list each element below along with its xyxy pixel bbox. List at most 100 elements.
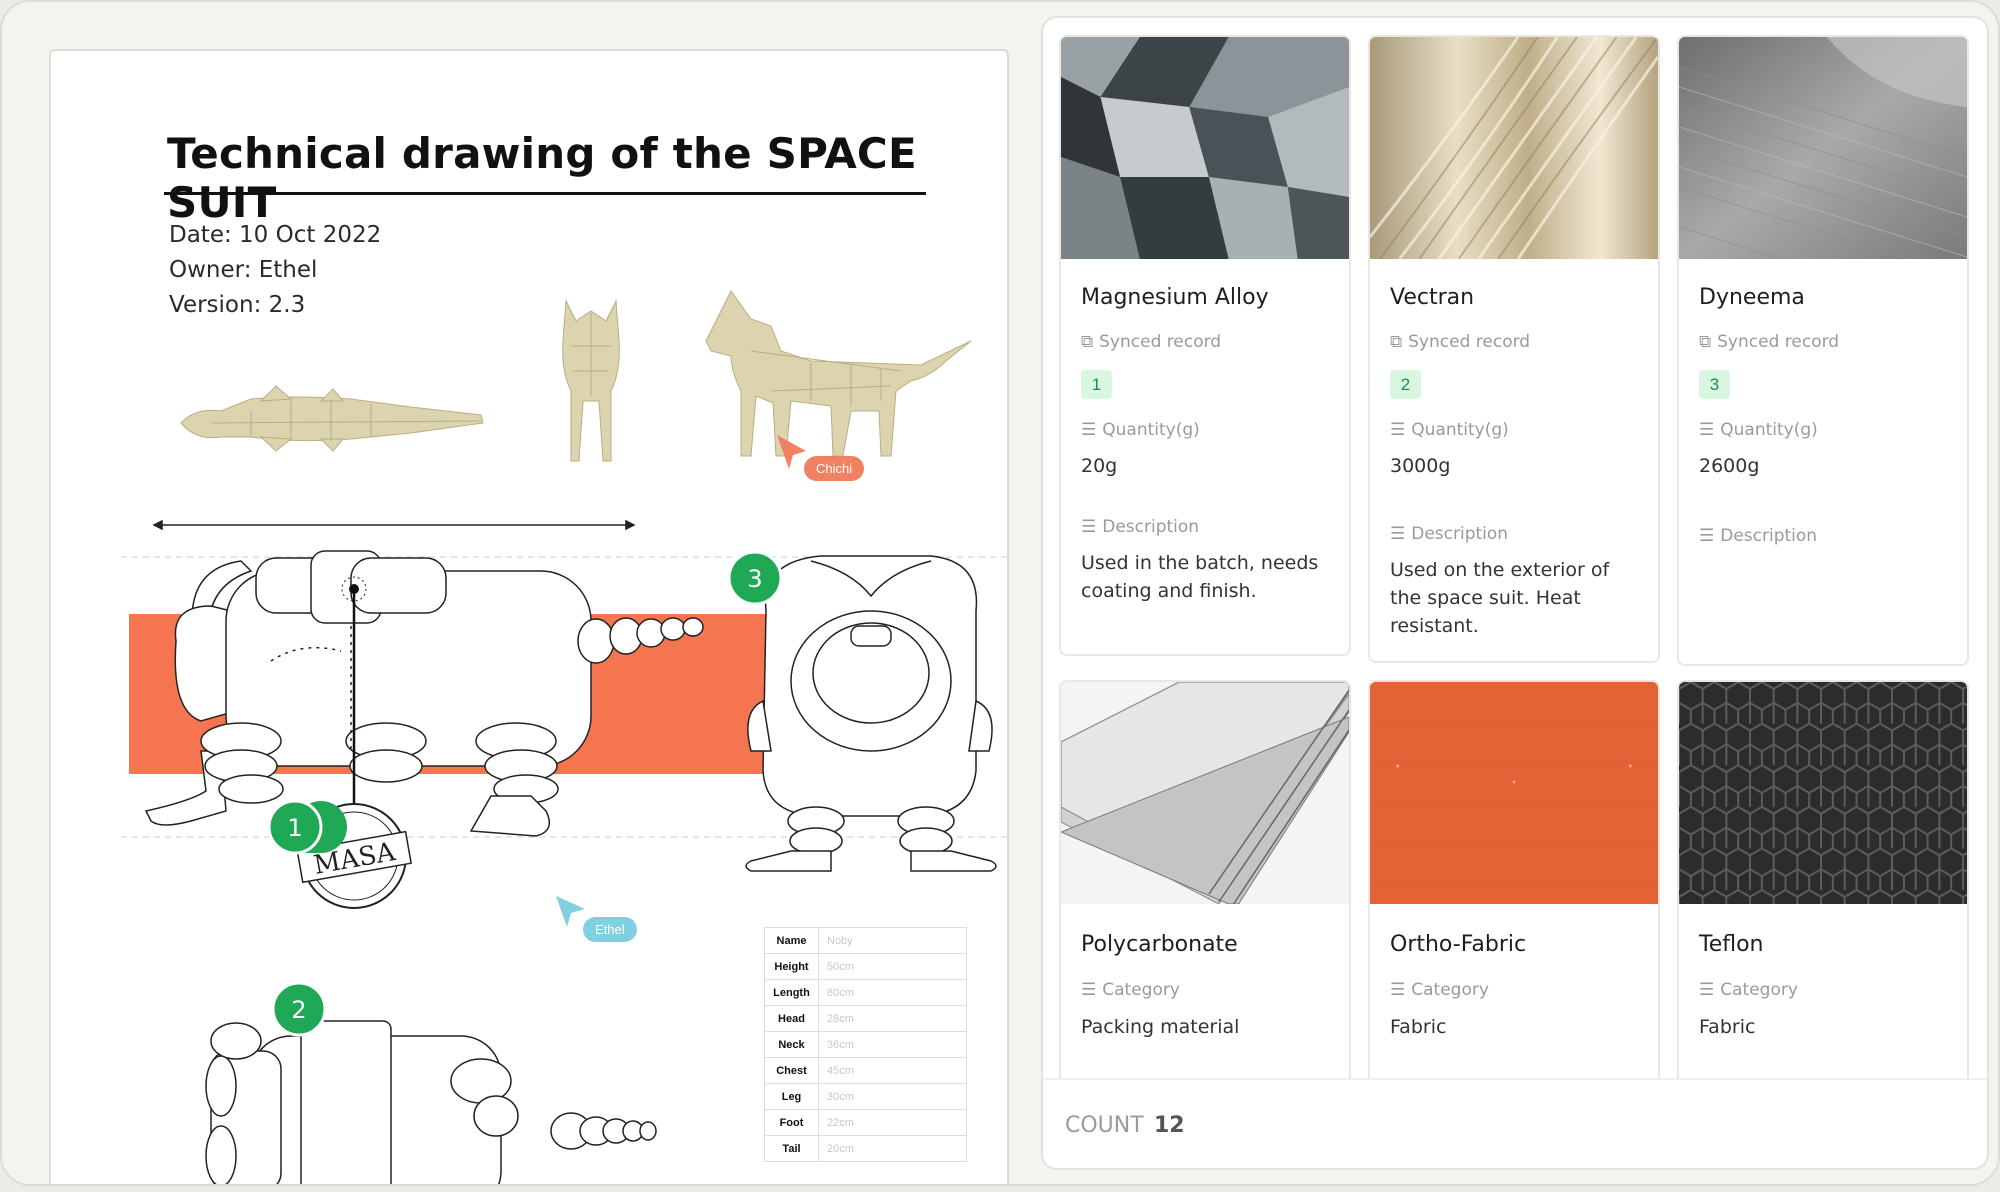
text-field-icon: ☰ bbox=[1390, 980, 1406, 1000]
card-title: Dyneema bbox=[1699, 285, 1805, 310]
synced-record-icon: ⧉ bbox=[1699, 332, 1712, 352]
table-key: Foot bbox=[764, 1109, 819, 1136]
card-magnesium-alloy[interactable]: Magnesium Alloy ⧉ Synced record 1 ☰ Quanti… bbox=[1059, 35, 1351, 656]
card-title: Vectran bbox=[1390, 285, 1475, 310]
synced-record-label: ⧉ Synced record bbox=[1390, 332, 1531, 352]
text-field-icon: ☰ bbox=[1390, 420, 1406, 440]
table-value: 20cm bbox=[818, 1135, 967, 1162]
text-field-icon: ☰ bbox=[1081, 420, 1097, 440]
suit-top-view bbox=[205, 1020, 657, 1184]
table-row: Tail 20cm bbox=[764, 1135, 967, 1162]
synced-record-icon: ⧉ bbox=[1081, 332, 1094, 352]
measurements-table: Name Noby Height 50cm Length 80cm Head 28cm Neck… bbox=[764, 927, 967, 1162]
table-key: Chest bbox=[764, 1057, 819, 1084]
cursor-label-chichi: Chichi bbox=[804, 456, 865, 481]
record-number-badge: 1 bbox=[1081, 370, 1112, 399]
card-title: Ortho-Fabric bbox=[1390, 932, 1527, 957]
materials-gallery: Magnesium Alloy ⧉ Synced record 1 ☰ Quanti… bbox=[1041, 16, 1989, 1170]
synced-record-label: ⧉ Synced record bbox=[1081, 332, 1222, 352]
category-value: Packing material bbox=[1081, 1016, 1240, 1038]
text-field-icon: ☰ bbox=[1699, 980, 1715, 1000]
category-value: Fabric bbox=[1699, 1016, 1756, 1038]
quantity-value: 3000g bbox=[1390, 455, 1451, 477]
teflon-cover bbox=[1679, 682, 1967, 904]
dog-top-view bbox=[180, 385, 484, 452]
cursor-label-ethel: Ethel bbox=[583, 917, 637, 942]
table-row: Foot 22cm bbox=[764, 1109, 967, 1136]
table-key: Height bbox=[764, 953, 819, 980]
table-value: 36cm bbox=[818, 1031, 967, 1058]
table-value: 30cm bbox=[818, 1083, 967, 1110]
gallery-footer: COUNT 12 bbox=[1043, 1078, 1987, 1168]
table-value: 22cm bbox=[818, 1109, 967, 1136]
cursor-arrow-ethel bbox=[556, 896, 585, 927]
text-field-icon: ☰ bbox=[1390, 524, 1406, 544]
category-label: ☰ Category bbox=[1390, 980, 1489, 1000]
text-field-icon: ☰ bbox=[1699, 526, 1715, 546]
quantity-value: 20g bbox=[1081, 455, 1118, 477]
svg-text:1: 1 bbox=[287, 814, 302, 842]
text-field-icon: ☰ bbox=[1081, 980, 1097, 1000]
record-number-badge: 3 bbox=[1699, 370, 1730, 399]
svg-text:3: 3 bbox=[747, 565, 762, 593]
dyneema-cover bbox=[1679, 37, 1967, 259]
card-title: Teflon bbox=[1699, 932, 1764, 957]
table-row: Length 80cm bbox=[764, 979, 967, 1006]
technical-drawing-document[interactable]: Technical drawing of the SPACE SUIT Date… bbox=[49, 49, 1009, 1184]
polycarbonate-cover bbox=[1061, 682, 1349, 904]
category-label: ☰ Category bbox=[1699, 980, 1798, 1000]
card-teflon[interactable]: Teflon ☰ Category Fabric bbox=[1677, 680, 1969, 1100]
table-key: Leg bbox=[764, 1083, 819, 1110]
card-polycarbonate[interactable]: Polycarbonate ☰ Category Packing material bbox=[1059, 680, 1351, 1100]
table-row: Neck 36cm bbox=[764, 1031, 967, 1058]
table-value: Noby bbox=[818, 927, 967, 954]
table-key: Head bbox=[764, 1005, 819, 1032]
dog-side-view bbox=[705, 290, 972, 457]
quantity-label: ☰ Quantity(g) bbox=[1081, 420, 1200, 440]
count-label: COUNT bbox=[1065, 1113, 1144, 1138]
card-title: Magnesium Alloy bbox=[1081, 285, 1269, 310]
table-row: Leg 30cm bbox=[764, 1083, 967, 1110]
marker-2[interactable]: 2 bbox=[271, 981, 327, 1037]
table-row: Chest 45cm bbox=[764, 1057, 967, 1084]
description-value: Used in the batch, needs coating and fin… bbox=[1081, 552, 1319, 602]
dimension-arrow bbox=[152, 519, 636, 531]
description-label: ☰ Description bbox=[1699, 526, 1818, 546]
table-row: Head 28cm bbox=[764, 1005, 967, 1032]
category-value: Fabric bbox=[1390, 1016, 1447, 1038]
vectran-cover bbox=[1370, 37, 1658, 259]
suit-front-view bbox=[745, 555, 997, 872]
card-title: Polycarbonate bbox=[1081, 932, 1238, 957]
text-field-icon: ☰ bbox=[1699, 420, 1715, 440]
marker-3[interactable]: 3 bbox=[727, 550, 783, 606]
text-field-icon: ☰ bbox=[1081, 517, 1097, 537]
dog-front-view bbox=[562, 299, 620, 462]
category-label: ☰ Category bbox=[1081, 980, 1180, 1000]
synced-record-label: ⧉ Synced record bbox=[1699, 332, 1840, 352]
card-vectran[interactable]: Vectran ⧉ Synced record 2 ☰ Quantity(g) 30… bbox=[1368, 35, 1660, 663]
description-label: ☰ Description bbox=[1390, 524, 1509, 544]
record-number-badge: 2 bbox=[1390, 370, 1421, 399]
quantity-value: 2600g bbox=[1699, 455, 1760, 477]
table-value: 50cm bbox=[818, 953, 967, 980]
magnesium-alloy-cover bbox=[1061, 37, 1349, 259]
table-value: 45cm bbox=[818, 1057, 967, 1084]
table-key: Tail bbox=[764, 1135, 819, 1162]
description-value: Used on the exterior of the space suit. … bbox=[1390, 559, 1610, 637]
table-key: Length bbox=[764, 979, 819, 1006]
table-value: 80cm bbox=[818, 979, 967, 1006]
quantity-label: ☰ Quantity(g) bbox=[1390, 420, 1509, 440]
marker-1[interactable]: 1 bbox=[267, 799, 347, 855]
description-label: ☰ Description bbox=[1081, 517, 1200, 537]
quantity-label: ☰ Quantity(g) bbox=[1699, 420, 1818, 440]
ortho-fabric-cover bbox=[1370, 682, 1658, 904]
app-window: Technical drawing of the SPACE SUIT Date… bbox=[0, 0, 2000, 1186]
table-row: Height 50cm bbox=[764, 953, 967, 980]
synced-record-icon: ⧉ bbox=[1390, 332, 1403, 352]
table-row: Name Noby bbox=[764, 927, 967, 954]
card-dyneema[interactable]: Dyneema ⧉ Synced record 3 ☰ Quantity(g) 26… bbox=[1677, 35, 1969, 666]
svg-text:2: 2 bbox=[291, 996, 306, 1024]
table-key: Neck bbox=[764, 1031, 819, 1058]
card-ortho-fabric[interactable]: Ortho-Fabric ☰ Category Fabric bbox=[1368, 680, 1660, 1100]
count-value: 12 bbox=[1154, 1113, 1185, 1138]
